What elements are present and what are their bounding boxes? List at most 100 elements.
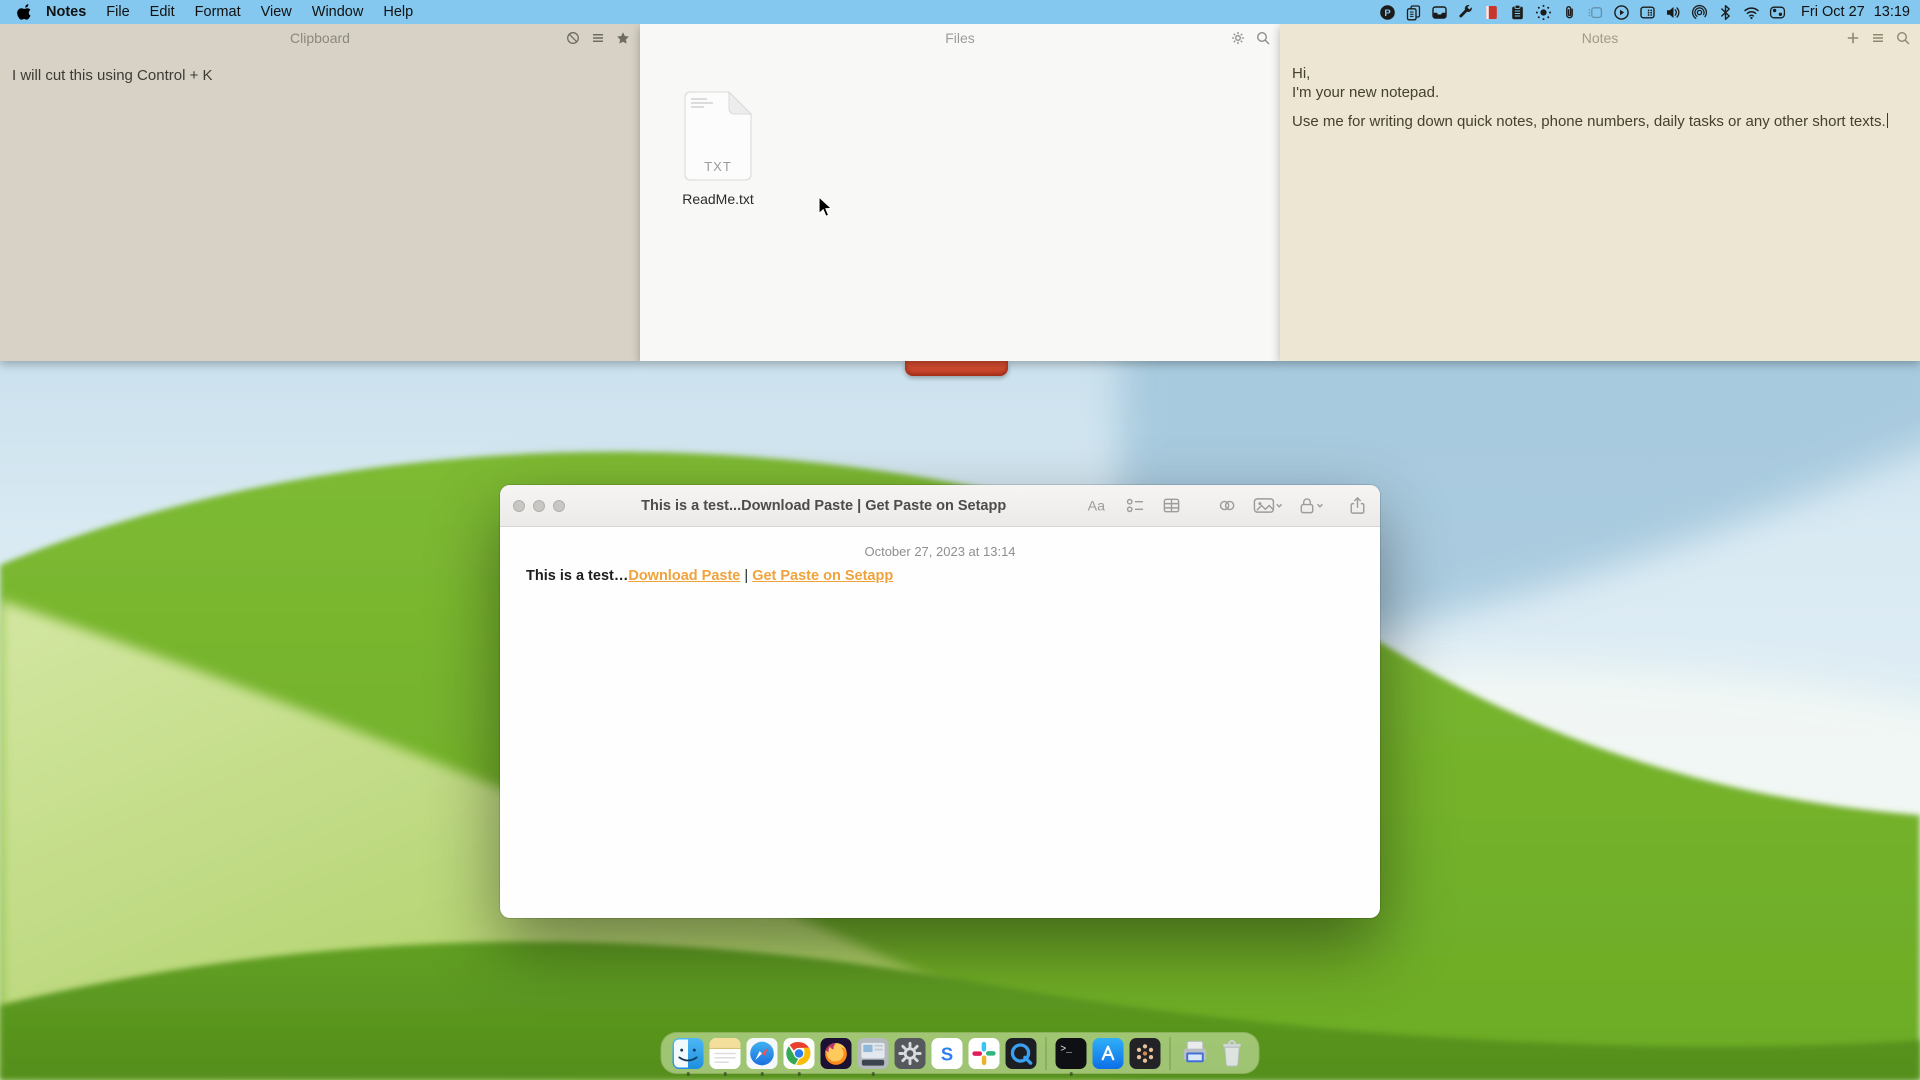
volume-icon[interactable] [1665,4,1682,21]
dock-quicktime-icon[interactable] [1005,1037,1037,1069]
dock-s-app-icon[interactable]: S [931,1037,963,1069]
menu-edit[interactable]: Edit [140,4,185,20]
clipboard-menu-icon[interactable] [591,31,605,45]
brightness-icon[interactable] [1535,4,1552,21]
running-indicator [871,1072,875,1076]
media-icon[interactable] [1253,496,1283,515]
notes-search-icon[interactable] [1896,31,1910,45]
clipboard-content-text[interactable]: I will cut this using Control + K [0,51,640,100]
checklist-icon[interactable] [1125,496,1146,515]
notes-line: I'm your new notepad. [1292,84,1440,101]
notes-menu-icon[interactable] [1871,31,1885,45]
clock-time: 13:19 [1873,4,1910,20]
svg-text:>_: >_ [1060,1043,1072,1054]
clipboard-block-icon[interactable] [566,31,580,45]
running-indicator [797,1072,801,1076]
dock-printer-icon[interactable] [1180,1038,1211,1069]
files-panel-title: Files [945,29,975,46]
dock-firefox-icon[interactable] [820,1037,852,1069]
dock-app-store-icon[interactable] [1092,1037,1124,1069]
screen-mirroring-icon[interactable] [1691,4,1708,21]
menu-bar: Notes File Edit Format View Window Help P Fri… [0,0,1920,24]
notes-panel-header[interactable]: Notes [1280,24,1920,51]
svg-text:P: P [1384,8,1391,19]
apple-menu-icon[interactable] [16,4,32,20]
table-icon[interactable] [1162,496,1181,515]
svg-text:S: S [941,1043,953,1064]
dock-notes-icon[interactable] [709,1037,741,1076]
menu-view[interactable]: View [251,4,302,20]
notes-line: Hi, [1292,65,1311,82]
app-menus: File Edit Format View Window Help [96,4,423,20]
file-type-label: TXT [704,159,732,174]
dock-trash-icon[interactable] [1217,1038,1248,1069]
paste-app-icon[interactable]: P [1379,4,1396,21]
mouse-cursor [818,195,833,218]
notes-window-titlebar[interactable]: This is a test...Download Paste | Get Pa… [500,485,1380,527]
clipboard-panel: Clipboard I will cut this using Control … [0,24,640,361]
note-body[interactable]: This is a test…Download Paste | Get Past… [526,568,1380,584]
dock-system-settings-icon[interactable] [894,1037,926,1069]
hidden-red-window-edge[interactable] [905,361,1008,376]
dock-terminal-icon[interactable]: >_ [1055,1037,1087,1076]
clipboard-panel-header[interactable]: Clipboard [0,24,640,51]
dock-chrome-icon[interactable] [783,1037,815,1076]
running-indicator [686,1072,690,1076]
menu-help[interactable]: Help [373,4,423,20]
active-app-menu[interactable]: Notes [46,4,86,20]
share-icon[interactable] [1348,496,1367,515]
clock-date: Fri Oct 27 [1801,4,1865,20]
dock-setapp-icon[interactable] [1129,1037,1161,1069]
dock-slack-icon[interactable] [968,1037,1000,1069]
drawer-icon[interactable] [1431,4,1448,21]
dock-separator [1045,1036,1047,1070]
desktop: Notes File Edit Format View Window Help P Fri… [0,0,1920,1080]
notes-panel-editor[interactable]: Hi, I'm your new notepad. Use me for wri… [1280,51,1920,131]
notes-window-title: This is a test...Download Paste | Get Pa… [641,497,1007,514]
menu-file[interactable]: File [96,4,139,20]
note-text: This is a test… [526,568,629,584]
menu-bar-clock[interactable]: Fri Oct 27 13:19 [1801,4,1910,20]
files-content: TXT ReadMe.txt [640,51,1280,361]
files-search-icon[interactable] [1256,31,1270,45]
file-name: ReadMe.txt [682,191,754,207]
dock-unclutter-icon[interactable] [857,1037,889,1076]
notes-add-icon[interactable] [1846,31,1860,45]
notes-window-toolbar: Aa [1084,496,1367,515]
wifi-icon[interactable] [1743,4,1760,21]
paperclip-icon[interactable] [1561,4,1578,21]
zoom-button[interactable] [553,499,565,512]
notes-line: Use me for writing down quick notes, pho… [1292,112,1902,131]
note-date-line: October 27, 2023 at 13:14 [864,544,1016,559]
get-paste-setapp-link[interactable]: Get Paste on Setapp [752,568,893,584]
red-notebook-icon[interactable] [1483,4,1500,21]
dock: S >_ [660,1032,1260,1076]
dock-finder-icon[interactable] [672,1037,704,1076]
txt-file-icon: TXT [682,89,754,183]
menu-bar-status-area: P Fri Oct 27 13:19 [1379,4,1910,21]
link-icon[interactable] [1217,496,1237,515]
minimize-button[interactable] [533,499,545,512]
file-readme-txt[interactable]: TXT ReadMe.txt [666,89,770,207]
keyboard-brightness-icon[interactable] [1587,4,1604,21]
format-icon[interactable]: Aa [1084,496,1109,515]
running-indicator [760,1072,764,1076]
download-paste-link[interactable]: Download Paste [628,568,740,584]
close-button[interactable] [513,499,525,512]
status-icons: P [1379,4,1786,21]
control-center-icon[interactable] [1769,4,1786,21]
files-panel-header[interactable]: Files [640,24,1280,51]
copy-documents-icon[interactable] [1405,4,1422,21]
wrench-icon[interactable] [1457,4,1474,21]
menu-window[interactable]: Window [302,4,374,20]
files-settings-icon[interactable] [1231,31,1245,45]
window-tiles-icon[interactable] [1639,4,1656,21]
running-indicator [1069,1072,1073,1076]
menu-format[interactable]: Format [185,4,251,20]
dock-safari-icon[interactable] [746,1037,778,1076]
clipboard-star-icon[interactable] [616,31,630,45]
play-circle-icon[interactable] [1613,4,1630,21]
bluetooth-icon[interactable] [1717,4,1734,21]
clipboard-icon[interactable] [1509,4,1526,21]
lock-icon[interactable] [1298,496,1324,515]
